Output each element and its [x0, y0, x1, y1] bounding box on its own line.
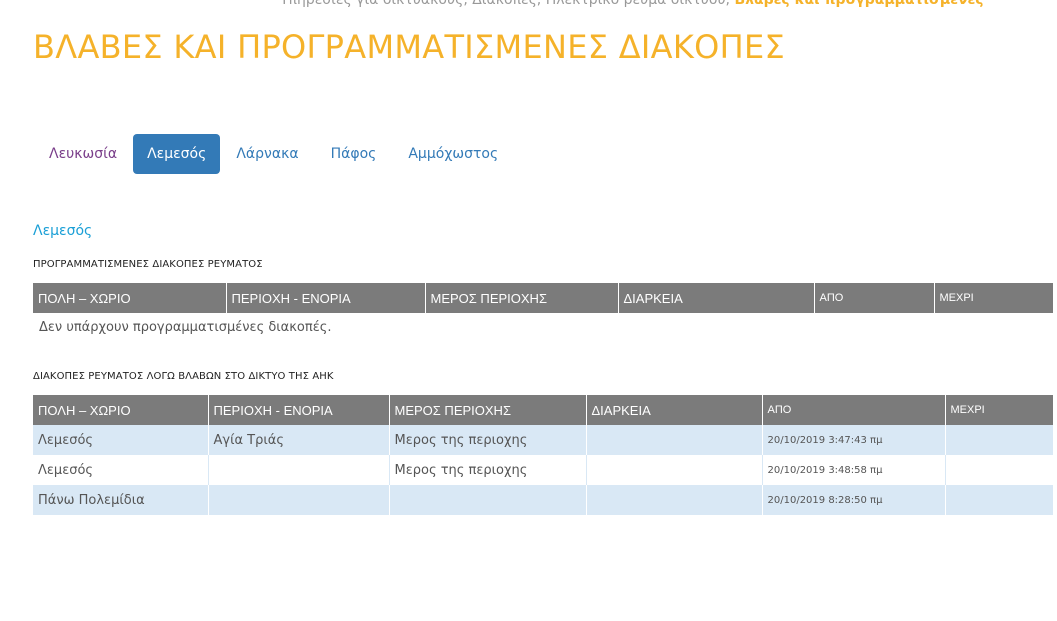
tab-ammochostos[interactable]: Αμμόχωστος	[392, 134, 514, 174]
cell-city: Πάνω Πολεμίδια	[33, 485, 208, 515]
scheduled-section-label: ΠΡΟΓΡΑΜΜΑΤΙΣΜΕΝΕΣ ΔΙΑΚΟΠΕΣ ΡΕΥΜΑΤΟΣ	[33, 259, 263, 270]
cell-to	[944, 425, 1053, 455]
tab-lefkosia[interactable]: Λευκωσία	[33, 134, 133, 174]
column-header: ΔΙΑΡΚΕΙΑ	[617, 283, 814, 313]
cell-part: Μερος της περιοχης	[388, 425, 586, 455]
cell-duration	[585, 425, 762, 455]
column-header: ΔΙΑΡΚΕΙΑ	[585, 395, 762, 425]
cell-duration	[585, 485, 762, 515]
scheduled-table: ΠΟΛΗ – ΧΩΡΙΟ ΠΕΡΙΟΧΗ - ΕΝΟΡΙΑ ΜΕΡΟΣ ΠΕΡΙ…	[33, 283, 1053, 313]
cell-part: Μερος της περιοχης	[388, 455, 586, 485]
column-header: ΜΕΧΡΙ	[933, 283, 1053, 313]
breadcrumb: Υπηρεσίες για δικτυακούς, Διακοπές, Ηλεκ…	[280, 0, 1057, 8]
column-header: ΠΕΡΙΟΧΗ - ΕΝΟΡΙΑ	[207, 395, 389, 425]
city-title: Λεμεσός	[33, 223, 93, 239]
cell-from: 20/10/2019 3:48:58 πμ	[761, 455, 945, 485]
table-row: Πάνω Πολεμίδια 20/10/2019 8:28:50 πμ	[33, 485, 1053, 515]
breadcrumb-item[interactable]: Υπηρεσίες για δικτυακούς	[280, 0, 463, 8]
cell-to	[944, 485, 1053, 515]
tab-lemesos[interactable]: Λεμεσός	[133, 134, 221, 174]
column-header: ΜΕΧΡΙ	[944, 395, 1053, 425]
faults-table: ΠΟΛΗ – ΧΩΡΙΟ ΠΕΡΙΟΧΗ - ΕΝΟΡΙΑ ΜΕΡΟΣ ΠΕΡΙ…	[33, 395, 1053, 515]
column-header: ΠΟΛΗ – ΧΩΡΙΟ	[33, 395, 208, 425]
cell-area: Αγία Τριάς	[207, 425, 389, 455]
column-header: ΠΕΡΙΟΧΗ - ΕΝΟΡΙΑ	[225, 283, 425, 313]
table-row: Λεμεσός Μερος της περιοχης 20/10/2019 3:…	[33, 455, 1053, 485]
cell-area	[207, 455, 389, 485]
table-row: Λεμεσός Αγία Τριάς Μερος της περιοχης 20…	[33, 425, 1053, 455]
breadcrumb-current: Βλάβες και προγραμματισμένες	[734, 0, 984, 8]
tab-larnaka[interactable]: Λάρνακα	[220, 134, 314, 174]
breadcrumb-item[interactable]: Διακοπές	[472, 0, 537, 8]
cell-duration	[585, 455, 762, 485]
cell-from: 20/10/2019 8:28:50 πμ	[761, 485, 945, 515]
column-header: ΠΟΛΗ – ΧΩΡΙΟ	[33, 283, 226, 313]
table-header-row: ΠΟΛΗ – ΧΩΡΙΟ ΠΕΡΙΟΧΗ - ΕΝΟΡΙΑ ΜΕΡΟΣ ΠΕΡΙ…	[33, 283, 1053, 313]
city-tabs: Λευκωσία Λεμεσός Λάρνακα Πάφος Αμμόχωστο…	[33, 134, 514, 174]
column-header: ΑΠΟ	[813, 283, 934, 313]
breadcrumb-item[interactable]: Ηλεκτρικό ρεύμα δικτύου	[546, 0, 726, 8]
column-header: ΑΠΟ	[761, 395, 945, 425]
empty-message: Δεν υπάρχουν προγραμματισμένες διακοπές.	[39, 320, 332, 335]
page-title: ΒΛΑΒΕΣ ΚΑΙ ΠΡΟΓΡΑΜΜΑΤΙΣΜΕΝΕΣ ΔΙΑΚΟΠΕΣ	[33, 28, 786, 66]
tab-pafos[interactable]: Πάφος	[315, 134, 393, 174]
cell-from: 20/10/2019 3:47:43 πμ	[761, 425, 945, 455]
cell-city: Λεμεσός	[33, 425, 208, 455]
faults-section-label: ΔΙΑΚΟΠΕΣ ΡΕΥΜΑΤΟΣ ΛΟΓΩ ΒΛΑΒΩΝ ΣΤΟ ΔΙΚΤΥΟ…	[33, 371, 334, 382]
cell-city: Λεμεσός	[33, 455, 208, 485]
cell-to	[944, 455, 1053, 485]
table-header-row: ΠΟΛΗ – ΧΩΡΙΟ ΠΕΡΙΟΧΗ - ΕΝΟΡΙΑ ΜΕΡΟΣ ΠΕΡΙ…	[33, 395, 1053, 425]
column-header: ΜΕΡΟΣ ΠΕΡΙΟΧΗΣ	[424, 283, 618, 313]
column-header: ΜΕΡΟΣ ΠΕΡΙΟΧΗΣ	[388, 395, 586, 425]
cell-part	[388, 485, 586, 515]
cell-area	[207, 485, 389, 515]
